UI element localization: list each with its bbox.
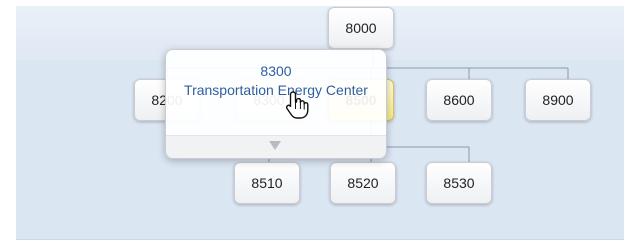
org-node-label: 8510 bbox=[251, 175, 283, 191]
popup-code: 8300 bbox=[260, 63, 292, 79]
popup-content: 8300 Transportation Energy Center bbox=[166, 62, 386, 100]
org-node-label: 8000 bbox=[345, 20, 377, 36]
triangle-down-icon[interactable] bbox=[269, 141, 281, 150]
org-node-label: 8900 bbox=[542, 92, 574, 108]
node-hover-popup[interactable]: 8300 Transportation Energy Center bbox=[165, 49, 387, 159]
org-node-8510[interactable]: 8510 bbox=[234, 162, 300, 204]
org-node-8520[interactable]: 8520 bbox=[330, 162, 396, 204]
canvas-bottom-border bbox=[16, 239, 624, 240]
org-node-8530[interactable]: 8530 bbox=[426, 162, 492, 204]
popup-name: Transportation Energy Center bbox=[184, 82, 368, 98]
org-node-8900[interactable]: 8900 bbox=[525, 79, 591, 121]
popup-expand-bar[interactable] bbox=[166, 135, 386, 158]
org-node-8600[interactable]: 8600 bbox=[426, 79, 492, 121]
hand-pointer-icon bbox=[285, 91, 309, 119]
org-node-label: 8530 bbox=[443, 175, 475, 191]
org-node-label: 8520 bbox=[347, 175, 379, 191]
org-node-label: 8600 bbox=[443, 92, 475, 108]
org-node-root[interactable]: 8000 bbox=[328, 7, 394, 49]
